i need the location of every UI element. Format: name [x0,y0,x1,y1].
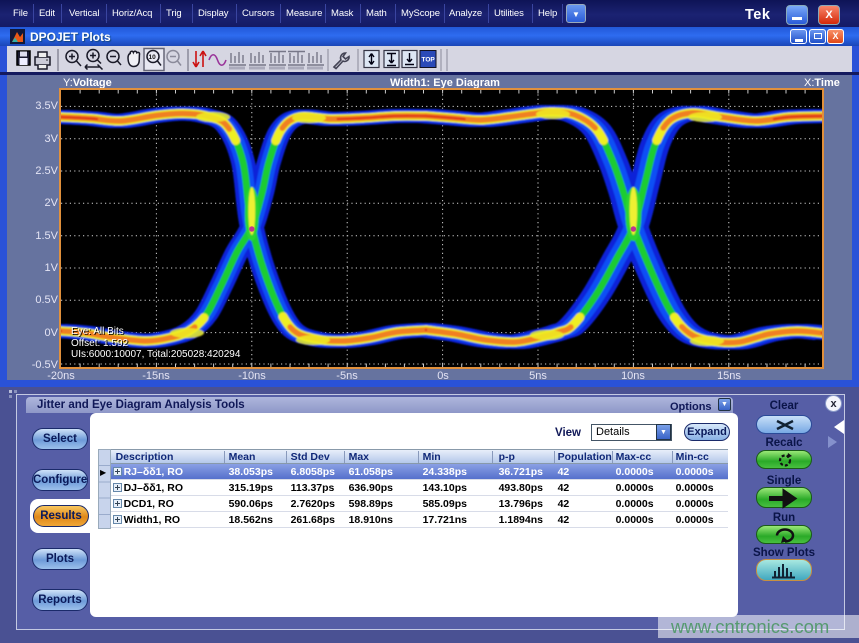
svg-text:10: 10 [149,54,157,61]
svg-text:TOP: TOP [422,57,436,64]
